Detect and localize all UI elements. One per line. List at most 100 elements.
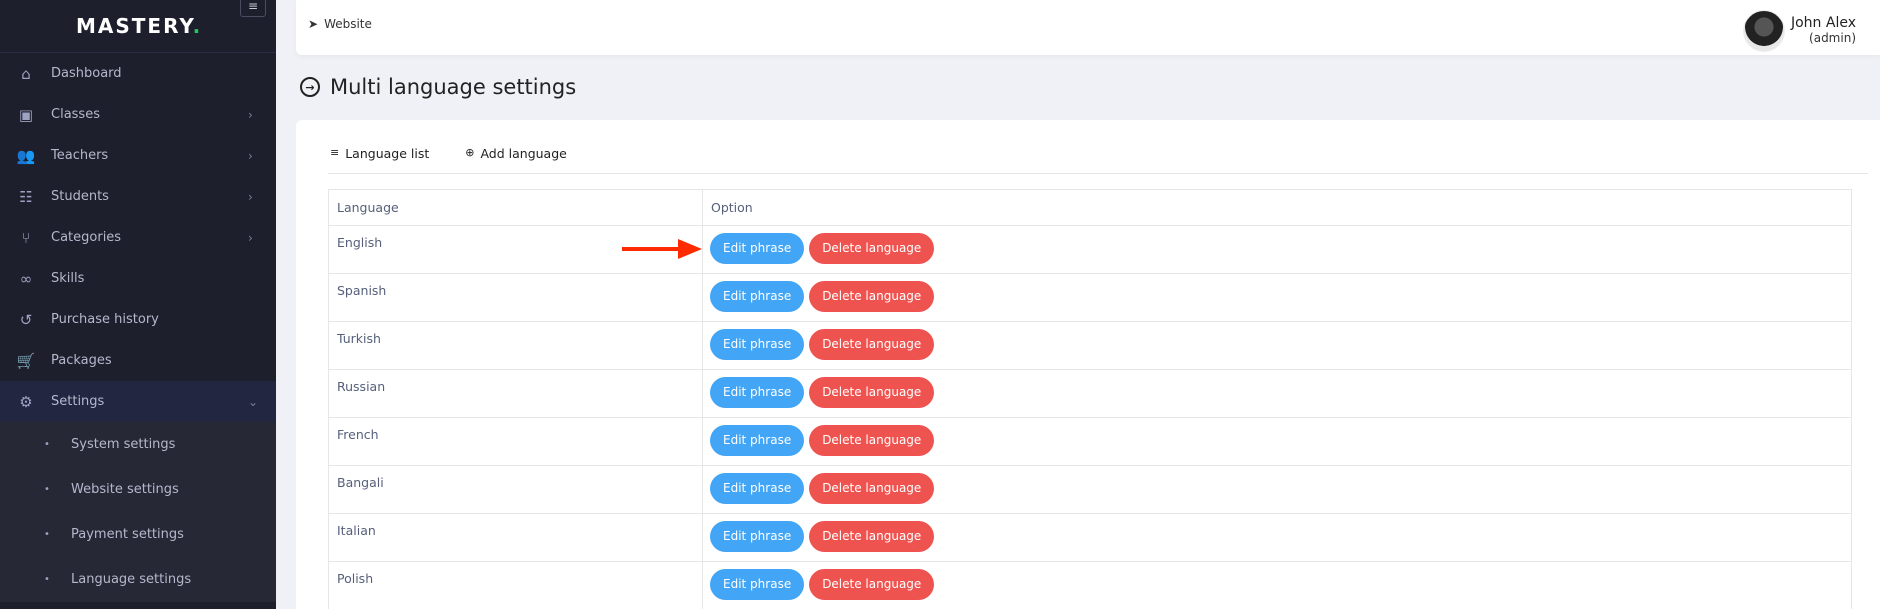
header-option: Option xyxy=(702,189,1852,226)
option-cell: Edit phrase Delete language xyxy=(702,225,1852,274)
content-card: ≡ Language list ⊕ Add language Language … xyxy=(296,120,1880,609)
chevron-right-icon: › xyxy=(248,230,253,245)
table-row: French Edit phrase Delete language xyxy=(328,417,1852,466)
gears-icon: ⚙ xyxy=(19,392,33,411)
sidebar-item-dashboard[interactable]: ⌂ Dashboard xyxy=(0,53,276,94)
tab-language-list[interactable]: ≡ Language list xyxy=(328,146,429,174)
delete-language-button[interactable]: Delete language xyxy=(809,473,935,504)
option-cell: Edit phrase Delete language xyxy=(702,417,1852,466)
table-row: Turkish Edit phrase Delete language xyxy=(328,321,1852,370)
language-name: Russian xyxy=(328,369,703,418)
sidebar-subitem-label: Website settings xyxy=(71,482,179,497)
bullet-icon: • xyxy=(44,484,50,495)
table-row: Italian Edit phrase Delete language xyxy=(328,513,1852,562)
delete-language-button[interactable]: Delete language xyxy=(809,425,935,456)
edit-phrase-button[interactable]: Edit phrase xyxy=(710,569,805,600)
edit-phrase-button[interactable]: Edit phrase xyxy=(710,425,805,456)
table-row: Spanish Edit phrase Delete language xyxy=(328,273,1852,322)
user-name: John Alex xyxy=(1790,15,1856,31)
sidebar: MASTERY. ≡ ⌂ Dashboard ▣ Classes › 👥 Teachers ›… xyxy=(0,0,276,609)
annotation-arrow xyxy=(622,239,702,259)
history-icon: ↺ xyxy=(19,310,33,329)
sidebar-item-purchase-history[interactable]: ↺ Purchase history xyxy=(0,299,276,340)
sidebar-item-students[interactable]: ☷ Students › xyxy=(0,176,276,217)
sidebar-item-label: Packages xyxy=(51,353,112,368)
option-cell: Edit phrase Delete language xyxy=(702,369,1852,418)
brand-header: MASTERY. ≡ xyxy=(0,0,276,53)
table-row: Polish Edit phrase Delete language xyxy=(328,561,1852,609)
sidebar-subitem-payment-settings[interactable]: • Payment settings xyxy=(0,512,276,557)
sidebar-toggle-button[interactable]: ≡ xyxy=(240,0,266,17)
sidebar-subitem-website-settings[interactable]: • Website settings xyxy=(0,467,276,512)
paper-plane-icon: ➤ xyxy=(308,17,319,31)
bullet-icon: • xyxy=(44,574,50,585)
sidebar-item-label: Students xyxy=(51,189,109,204)
delete-language-button[interactable]: Delete language xyxy=(809,377,935,408)
language-name: Turkish xyxy=(328,321,703,370)
chevron-down-icon: ⌄ xyxy=(248,394,259,409)
sidebar-subitem-label: System settings xyxy=(71,437,176,452)
sidebar-item-skills[interactable]: ∞ Skills xyxy=(0,258,276,299)
delete-language-button[interactable]: Delete language xyxy=(809,521,935,552)
top-bar: ➤ Website John Alex (admin) xyxy=(296,0,1880,55)
cart-icon: 🛒 xyxy=(16,351,36,370)
sidebar-item-settings[interactable]: ⚙ Settings ⌄ xyxy=(0,381,276,422)
page-title: → Multi language settings xyxy=(300,75,576,99)
arrow-circle-right-icon: → xyxy=(300,77,320,97)
edit-phrase-button[interactable]: Edit phrase xyxy=(710,281,805,312)
bullet-icon: • xyxy=(44,529,50,540)
chevron-right-icon: › xyxy=(248,148,253,163)
sidebar-item-label: Settings xyxy=(51,394,105,409)
language-table: Language Option English Edit phrase Delet… xyxy=(328,189,1852,609)
website-link[interactable]: ➤ Website xyxy=(308,17,372,31)
brand-logo[interactable]: MASTERY. xyxy=(76,14,202,38)
users-icon: 👥 xyxy=(16,146,36,165)
table-row: Russian Edit phrase Delete language xyxy=(328,369,1852,418)
sidebar-item-label: Purchase history xyxy=(51,312,159,327)
sidebar-subitem-system-settings[interactable]: • System settings xyxy=(0,422,276,467)
table-row: English Edit phrase Delete language xyxy=(328,225,1852,274)
bullet-icon: • xyxy=(44,439,50,450)
sidebar-subitem-label: Language settings xyxy=(71,572,192,587)
hamburger-icon: ≡ xyxy=(247,0,259,13)
language-name: Italian xyxy=(328,513,703,562)
tab-bar: ≡ Language list ⊕ Add language xyxy=(328,146,1868,174)
sidebar-nav: ⌂ Dashboard ▣ Classes › 👥 Teachers › ☷ Students › ⑂… xyxy=(0,53,276,602)
delete-language-button[interactable]: Delete language xyxy=(809,569,935,600)
language-name: Spanish xyxy=(328,273,703,322)
edit-phrase-button[interactable]: Edit phrase xyxy=(710,521,805,552)
sidebar-item-label: Dashboard xyxy=(51,66,122,81)
chevron-right-icon: › xyxy=(248,107,253,122)
edit-phrase-button[interactable]: Edit phrase xyxy=(710,473,805,504)
edit-phrase-button[interactable]: Edit phrase xyxy=(710,329,805,360)
code-branch-icon: ⑂ xyxy=(21,228,31,247)
sidebar-item-categories[interactable]: ⑂ Categories › xyxy=(0,217,276,258)
edit-phrase-button[interactable]: Edit phrase xyxy=(710,377,805,408)
avatar xyxy=(1742,10,1785,52)
delete-language-button[interactable]: Delete language xyxy=(809,281,935,312)
edit-phrase-button[interactable]: Edit phrase xyxy=(710,233,805,264)
language-name: Polish xyxy=(328,561,703,609)
sidebar-item-packages[interactable]: 🛒 Packages xyxy=(0,340,276,381)
delete-language-button[interactable]: Delete language xyxy=(809,233,935,264)
table-row: Bangali Edit phrase Delete language xyxy=(328,465,1852,514)
header-language: Language xyxy=(328,189,703,226)
chevron-right-icon: › xyxy=(248,189,253,204)
sidebar-item-teachers[interactable]: 👥 Teachers › xyxy=(0,135,276,176)
option-cell: Edit phrase Delete language xyxy=(702,513,1852,562)
sidebar-item-classes[interactable]: ▣ Classes › xyxy=(0,94,276,135)
sidebar-item-label: Categories xyxy=(51,230,122,245)
tab-add-language[interactable]: ⊕ Add language xyxy=(463,146,567,174)
sidebar-item-label: Teachers xyxy=(51,148,109,163)
option-cell: Edit phrase Delete language xyxy=(702,465,1852,514)
list-icon: ≡ xyxy=(330,146,340,159)
table-header-row: Language Option xyxy=(328,189,1852,226)
delete-language-button[interactable]: Delete language xyxy=(809,329,935,360)
user-menu[interactable]: John Alex (admin) xyxy=(1742,10,1856,52)
sidebar-subitem-language-settings[interactable]: • Language settings xyxy=(0,557,276,602)
sidebar-item-label: Skills xyxy=(51,271,85,286)
plus-circle-icon: ⊕ xyxy=(465,146,475,159)
website-link-label: Website xyxy=(324,17,372,31)
user-role: (admin) xyxy=(1809,31,1856,45)
sidebar-item-label: Classes xyxy=(51,107,100,122)
